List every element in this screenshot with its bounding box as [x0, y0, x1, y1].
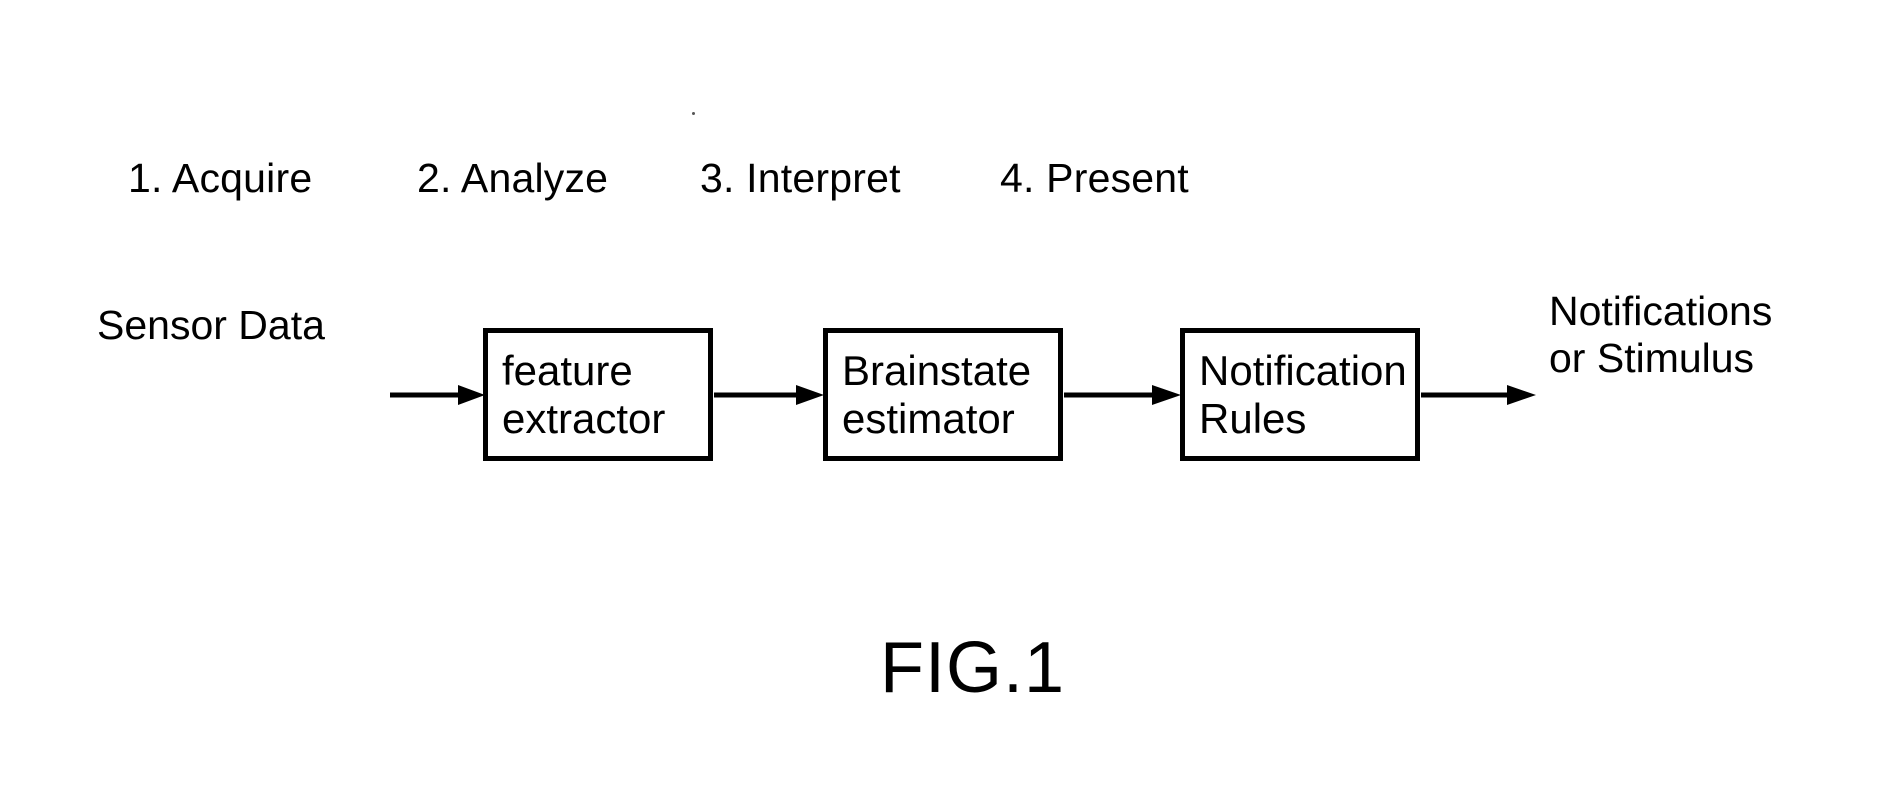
process-box-feature-extractor: feature extractor [483, 328, 713, 461]
arrow-notification-rules-to-output [1421, 383, 1536, 407]
stage-label-interpret: 3. Interpret [700, 155, 901, 201]
arrow-brainstate-to-notification-rules [1064, 383, 1181, 407]
figure-caption: FIG.1 [880, 628, 1066, 708]
stage-label-acquire: 1. Acquire [128, 155, 313, 201]
stage-label-present: 4. Present [1000, 155, 1189, 201]
output-label-notifications-or-stimulus: Notifications or Stimulus [1549, 288, 1773, 381]
input-label-sensor-data: Sensor Data [97, 302, 325, 348]
process-box-label: Notification Rules [1199, 347, 1407, 442]
scan-speck-artifact [692, 112, 695, 115]
process-box-label: feature extractor [502, 347, 666, 442]
stage-label-analyze: 2. Analyze [417, 155, 609, 201]
process-box-brainstate-estimator: Brainstate estimator [823, 328, 1063, 461]
process-box-notification-rules: Notification Rules [1180, 328, 1420, 461]
process-box-label: Brainstate estimator [842, 347, 1032, 442]
figure-canvas: 1. Acquire 2. Analyze 3. Interpret 4. Pr… [0, 0, 1881, 796]
arrow-feature-extractor-to-brainstate [714, 383, 824, 407]
arrow-sensor-to-feature-extractor [390, 383, 485, 407]
